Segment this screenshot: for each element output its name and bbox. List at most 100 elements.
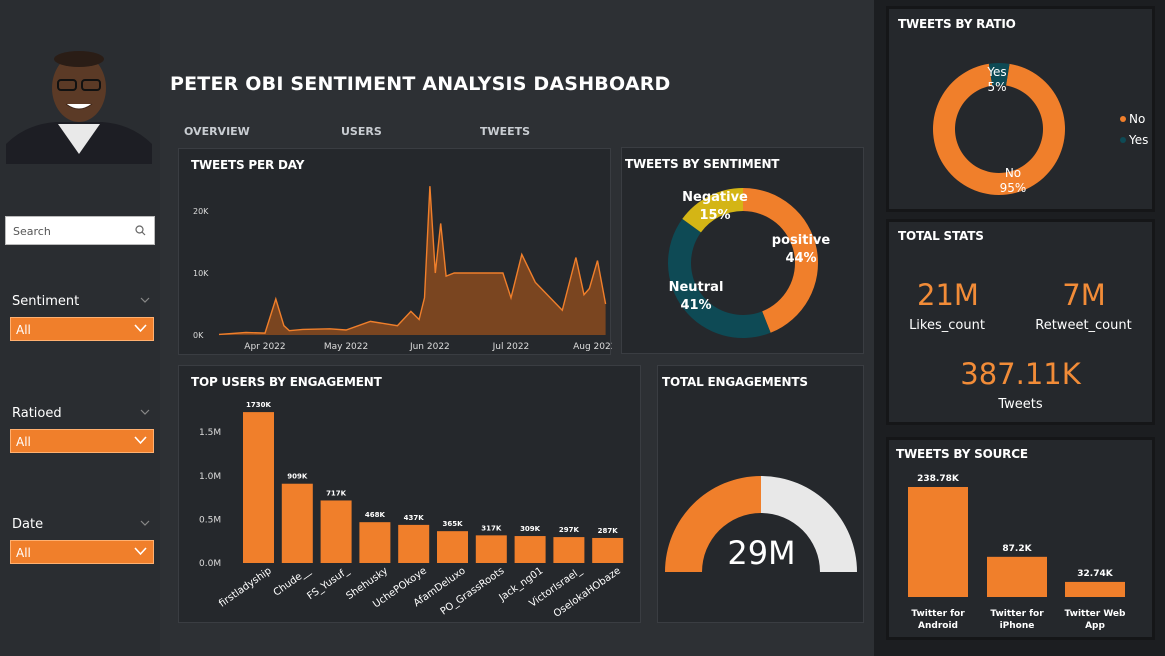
tweets-count-label: Tweets bbox=[998, 397, 1043, 412]
slice-percent: 44% bbox=[785, 251, 816, 266]
x-tick-label: Jul 2022 bbox=[492, 342, 530, 352]
category-label: iPhone bbox=[1000, 621, 1035, 631]
tweets-by-source-card: TWEETS BY SOURCE 238.78K Twitter for Andro… bbox=[886, 437, 1155, 640]
y-tick-label: 10K bbox=[193, 269, 209, 278]
bar-value-label: 1730K bbox=[246, 401, 271, 409]
bar-value-label: 32.74K bbox=[1077, 569, 1113, 579]
sentiment-filter-value: All bbox=[16, 323, 31, 337]
tweets-by-source-bar-chart: 238.78K Twitter for Android 87.2K Twitter fo… bbox=[908, 474, 1127, 631]
bar-value-label: 297K bbox=[559, 526, 580, 534]
y-tick-label: 20K bbox=[193, 207, 209, 216]
y-tick-label: 1.5M bbox=[199, 428, 221, 438]
bar bbox=[475, 535, 507, 563]
tab-users[interactable]: USERS bbox=[341, 125, 382, 138]
ratioed-filter-dropdown[interactable]: All bbox=[10, 429, 154, 453]
dropdown-arrow-icon bbox=[134, 436, 147, 445]
slice-label: Neutral bbox=[669, 280, 724, 295]
x-tick-label: Apr 2022 bbox=[244, 342, 285, 352]
retweet-count-label: Retweet_count bbox=[1035, 318, 1132, 333]
bar bbox=[398, 524, 430, 563]
bar-value-label: 437K bbox=[404, 514, 425, 522]
chevron-down-icon[interactable] bbox=[140, 409, 150, 416]
legend-label: No bbox=[1129, 112, 1145, 126]
total-engagements-card: TOTAL ENGAGEMENTS 29M bbox=[657, 365, 864, 623]
retweet-count-value: 7M bbox=[1062, 278, 1106, 312]
category-label: OselokaHObaze bbox=[552, 565, 623, 619]
slice-percent: 95% bbox=[1000, 181, 1027, 195]
bar bbox=[987, 556, 1047, 597]
slice-percent: 5% bbox=[987, 80, 1006, 94]
search-icon bbox=[135, 225, 146, 236]
bar-value-label: 365K bbox=[442, 520, 463, 528]
total-engagements-value: 29M bbox=[727, 534, 796, 572]
category-label: Android bbox=[918, 621, 958, 631]
x-tick-label: Jun 2022 bbox=[409, 342, 450, 352]
bar-value-label: 717K bbox=[326, 489, 347, 497]
ratioed-filter-value: All bbox=[16, 435, 31, 449]
search-placeholder: Search bbox=[13, 225, 51, 238]
top-users-bar-chart: 1.5M1.0M0.5M0.0M1730Kfirstladyship909KCh… bbox=[199, 401, 624, 620]
bar-value-label: 468K bbox=[365, 511, 386, 519]
category-label: App bbox=[1085, 621, 1105, 631]
bar bbox=[908, 487, 968, 597]
sentiment-donut-chart: positive 44% Neutral 41% Negative 15% bbox=[668, 188, 831, 338]
top-users-card: TOP USERS BY ENGAGEMENT 1.5M 1.0M 0.5M 0.0M… bbox=[178, 365, 641, 623]
date-filter-label: Date bbox=[12, 517, 44, 532]
y-tick-label: 0K bbox=[193, 331, 204, 340]
bar bbox=[359, 522, 391, 563]
bar-value-label: 238.78K bbox=[917, 474, 960, 484]
tweets-count-value: 387.11K bbox=[960, 357, 1081, 391]
chevron-down-icon[interactable] bbox=[140, 520, 150, 527]
donut-slice bbox=[668, 218, 771, 338]
category-label: Twitter for bbox=[990, 609, 1044, 619]
tweets-by-ratio-card: TWEETS BY RATIO Yes 5% No 95% No Yes bbox=[886, 6, 1155, 212]
bar bbox=[1065, 581, 1125, 597]
slice-percent: 15% bbox=[699, 208, 730, 223]
tab-overview[interactable]: OVERVIEW bbox=[184, 125, 250, 138]
search-input[interactable]: Search bbox=[5, 216, 155, 245]
tab-tweets[interactable]: TWEETS bbox=[480, 125, 530, 138]
category-label: Twitter Web bbox=[1065, 609, 1127, 619]
bar-value-label: 909K bbox=[287, 473, 308, 481]
x-tick-label: Aug 2022 bbox=[573, 342, 612, 352]
sentiment-filter-label: Sentiment bbox=[12, 294, 80, 309]
category-label: Twitter for bbox=[911, 609, 965, 619]
bar bbox=[514, 536, 546, 563]
filter-sidebar: Search Sentiment All Ratioed All Date Al… bbox=[0, 0, 160, 656]
ratioed-filter-label: Ratioed bbox=[12, 406, 62, 421]
slice-label: Yes bbox=[986, 65, 1006, 79]
y-tick-label: 0.5M bbox=[199, 515, 221, 525]
engagement-gauge bbox=[665, 476, 857, 572]
page-title: PETER OBI SENTIMENT ANALYSIS DASHBOARD bbox=[170, 73, 671, 95]
y-tick-label: 1.0M bbox=[199, 472, 221, 482]
legend-marker bbox=[1120, 137, 1126, 143]
x-tick-label: May 2022 bbox=[324, 342, 368, 352]
y-tick-label: 0.0M bbox=[199, 559, 221, 569]
bar bbox=[320, 500, 352, 563]
tweets-per-day-chart: 20K 10K 0K Apr 2022 May 2022 Jun 2022 Jul 2022… bbox=[193, 186, 612, 352]
date-filter-value: All bbox=[16, 546, 31, 560]
card-title: TOTAL STATS bbox=[898, 229, 984, 243]
bar bbox=[437, 531, 468, 563]
slice-label: positive bbox=[772, 233, 831, 248]
likes-count-value: 21M bbox=[917, 278, 979, 312]
legend-label: Yes bbox=[1128, 133, 1148, 147]
slice-label: No bbox=[1005, 166, 1021, 180]
category-label: FS_Yusuf_ bbox=[305, 565, 352, 602]
tweets-per-day-card: TWEETS PER DAY 20K 10K 0K Apr 2022 May 2022 J… bbox=[178, 148, 612, 355]
bar-value-label: 309K bbox=[520, 525, 541, 533]
chevron-down-icon[interactable] bbox=[140, 297, 150, 304]
slice-label: Negative bbox=[682, 190, 748, 205]
bar-value-label: 317K bbox=[481, 524, 502, 532]
total-stats-card: TOTAL STATS 21M Likes_count 7M Retweet_c… bbox=[886, 219, 1155, 425]
slice-percent: 41% bbox=[680, 298, 711, 313]
date-filter-dropdown[interactable]: All bbox=[10, 540, 154, 564]
dropdown-arrow-icon bbox=[134, 547, 147, 556]
dropdown-arrow-icon bbox=[134, 324, 147, 333]
bar-value-label: 287K bbox=[598, 527, 619, 535]
likes-count-label: Likes_count bbox=[909, 318, 985, 333]
bar bbox=[281, 483, 313, 563]
sentiment-filter-dropdown[interactable]: All bbox=[10, 317, 154, 341]
sentiment-card: TWEETS BY SENTIMENT positive 44% Neutral 41… bbox=[621, 147, 864, 354]
bar bbox=[592, 537, 624, 563]
